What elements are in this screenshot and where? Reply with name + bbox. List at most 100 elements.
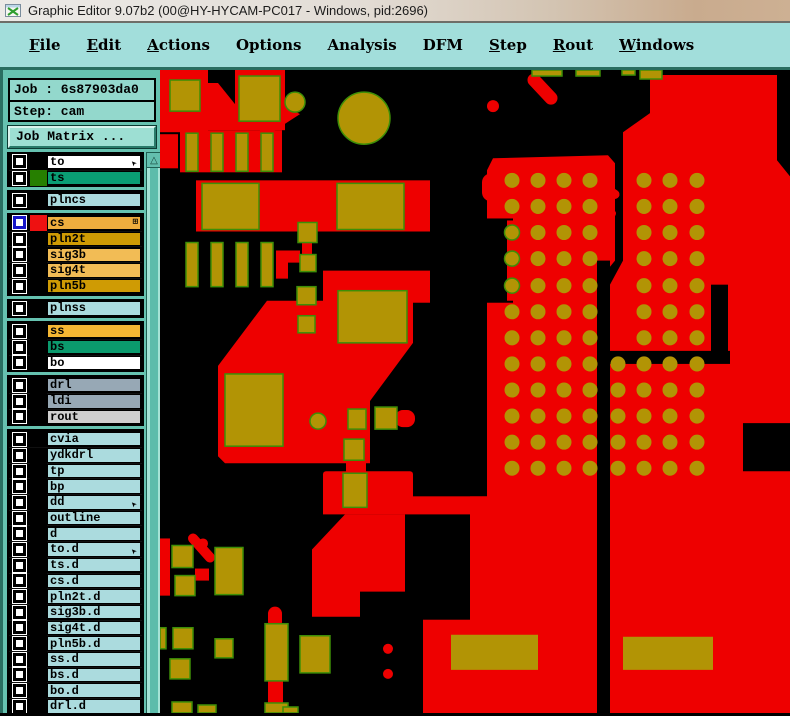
layer-visibility-checkbox[interactable]: [12, 651, 27, 667]
layer-color-swatch[interactable]: [30, 667, 47, 683]
layer-color-swatch[interactable]: [30, 300, 47, 317]
menu-item-edit[interactable]: Edit: [76, 32, 133, 58]
layer-name-to[interactable]: to ➤: [47, 154, 141, 170]
layer-name-ydkdrl[interactable]: ydkdrl: [47, 448, 141, 463]
layer-color-swatch[interactable]: [30, 215, 47, 231]
layer-visibility-checkbox[interactable]: [12, 393, 27, 409]
layer-visibility-checkbox[interactable]: [12, 154, 27, 170]
layer-name-ss.d[interactable]: ss.d: [47, 652, 141, 667]
layer-visibility-checkbox[interactable]: [12, 323, 27, 339]
layer-name-pln5b.d[interactable]: pln5b.d: [47, 636, 141, 651]
layer-name-drl[interactable]: drl: [47, 377, 141, 393]
layer-visibility-checkbox[interactable]: [12, 620, 27, 636]
menu-item-dfm[interactable]: DFM: [412, 32, 474, 58]
layer-name-sig3b.d[interactable]: sig3b.d: [47, 604, 141, 620]
pcb-canvas-viewport[interactable]: [160, 70, 790, 713]
layer-name-sig4t[interactable]: sig4t: [47, 263, 141, 278]
layer-visibility-checkbox[interactable]: [12, 479, 27, 495]
menu-item-options[interactable]: Options: [225, 32, 313, 58]
layer-color-swatch[interactable]: [30, 604, 47, 621]
layer-color-swatch[interactable]: [30, 620, 47, 636]
layer-color-swatch[interactable]: [30, 355, 47, 371]
layer-name-ldi[interactable]: ldi: [47, 394, 141, 409]
layer-visibility-checkbox[interactable]: [12, 636, 27, 652]
layer-color-swatch[interactable]: [30, 339, 47, 356]
job-matrix-button[interactable]: Job Matrix ...: [7, 125, 157, 149]
layer-name-plnss[interactable]: plnss: [47, 301, 141, 316]
layer-visibility-checkbox[interactable]: [12, 604, 27, 620]
layer-name-bp[interactable]: bp: [47, 479, 141, 494]
layer-name-sig3b[interactable]: sig3b: [47, 247, 141, 263]
layer-name-to.d[interactable]: to.d ➤: [47, 542, 141, 557]
menu-item-file[interactable]: File: [18, 32, 72, 58]
layer-color-swatch[interactable]: [30, 154, 47, 170]
layer-name-sig4t.d[interactable]: sig4t.d: [47, 620, 141, 636]
layer-name-pln5b[interactable]: pln5b: [47, 278, 141, 294]
layer-color-swatch[interactable]: [30, 682, 47, 699]
layer-name-tp[interactable]: tp: [47, 463, 141, 479]
layer-visibility-checkbox[interactable]: [12, 683, 27, 699]
layer-color-swatch[interactable]: [30, 170, 47, 186]
layer-color-swatch[interactable]: [30, 393, 47, 410]
layer-color-swatch[interactable]: [30, 510, 47, 526]
layer-visibility-checkbox[interactable]: [12, 447, 27, 463]
layer-name-plncs[interactable]: plncs: [47, 192, 141, 208]
layer-color-swatch[interactable]: [30, 463, 47, 479]
layer-visibility-checkbox[interactable]: [12, 339, 27, 355]
layer-visibility-checkbox[interactable]: [12, 231, 27, 247]
layer-color-swatch[interactable]: [30, 588, 47, 605]
layer-visibility-checkbox[interactable]: [12, 355, 27, 371]
layer-name-bs[interactable]: bs: [47, 339, 141, 355]
layer-name-ts[interactable]: ts: [47, 170, 141, 186]
layer-visibility-checkbox[interactable]: [12, 557, 27, 573]
layer-name-drl.d[interactable]: drl.d: [47, 699, 141, 713]
layer-name-ss[interactable]: ss: [47, 323, 141, 339]
layer-visibility-checkbox[interactable]: [12, 431, 27, 447]
layer-color-swatch[interactable]: [30, 557, 47, 573]
menu-item-step[interactable]: Step: [478, 32, 538, 58]
layer-visibility-checkbox[interactable]: [12, 573, 27, 589]
layer-visibility-checkbox[interactable]: [12, 278, 27, 294]
layer-visibility-checkbox[interactable]: [12, 247, 27, 263]
layer-name-bo[interactable]: bo: [47, 355, 141, 371]
menu-item-analysis[interactable]: Analysis: [316, 32, 407, 58]
layer-name-dd[interactable]: dd ➤: [47, 495, 141, 510]
layer-visibility-checkbox[interactable]: [12, 463, 27, 479]
layer-name-bs.d[interactable]: bs.d: [47, 667, 141, 683]
layer-color-swatch[interactable]: [30, 447, 47, 464]
menu-item-rout[interactable]: Rout: [542, 32, 604, 58]
layer-name-cs.d[interactable]: cs.d: [47, 573, 141, 589]
layer-name-outline[interactable]: outline: [47, 510, 141, 526]
layer-visibility-checkbox[interactable]: [12, 300, 27, 316]
layer-name-cvia[interactable]: cvia: [47, 431, 141, 447]
layer-visibility-checkbox[interactable]: [12, 541, 27, 557]
layer-color-swatch[interactable]: [30, 192, 47, 209]
layer-color-swatch[interactable]: [30, 525, 47, 542]
layer-name-rout[interactable]: rout: [47, 409, 141, 425]
layer-name-pln2t.d[interactable]: pln2t.d: [47, 589, 141, 604]
menu-item-actions[interactable]: Actions: [136, 32, 221, 58]
layer-color-swatch[interactable]: [30, 231, 47, 247]
layer-color-swatch[interactable]: [30, 478, 47, 495]
layer-name-cs[interactable]: cs ⊞: [47, 215, 141, 231]
layer-visibility-checkbox[interactable]: [12, 667, 27, 683]
layer-visibility-checkbox[interactable]: [12, 192, 27, 208]
layer-color-swatch[interactable]: [30, 431, 47, 447]
layer-color-swatch[interactable]: [30, 635, 47, 652]
layer-color-swatch[interactable]: [30, 698, 47, 713]
layer-visibility-checkbox[interactable]: [12, 698, 27, 713]
layer-color-swatch[interactable]: [30, 246, 47, 263]
layer-visibility-checkbox[interactable]: [12, 170, 27, 186]
layer-visibility-checkbox[interactable]: [12, 262, 27, 278]
layer-visibility-checkbox[interactable]: [12, 409, 27, 425]
layer-name-pln2t[interactable]: pln2t: [47, 231, 141, 247]
layer-visibility-checkbox[interactable]: [12, 526, 27, 542]
layer-visibility-checkbox[interactable]: [12, 377, 27, 393]
layer-color-swatch[interactable]: [30, 278, 47, 294]
layer-visibility-checkbox[interactable]: [12, 510, 27, 526]
layer-color-swatch[interactable]: [30, 409, 47, 425]
layer-color-swatch[interactable]: [30, 573, 47, 589]
layer-color-swatch[interactable]: [30, 541, 47, 558]
layer-color-swatch[interactable]: [30, 262, 47, 279]
menu-item-windows[interactable]: Windows: [608, 32, 705, 58]
